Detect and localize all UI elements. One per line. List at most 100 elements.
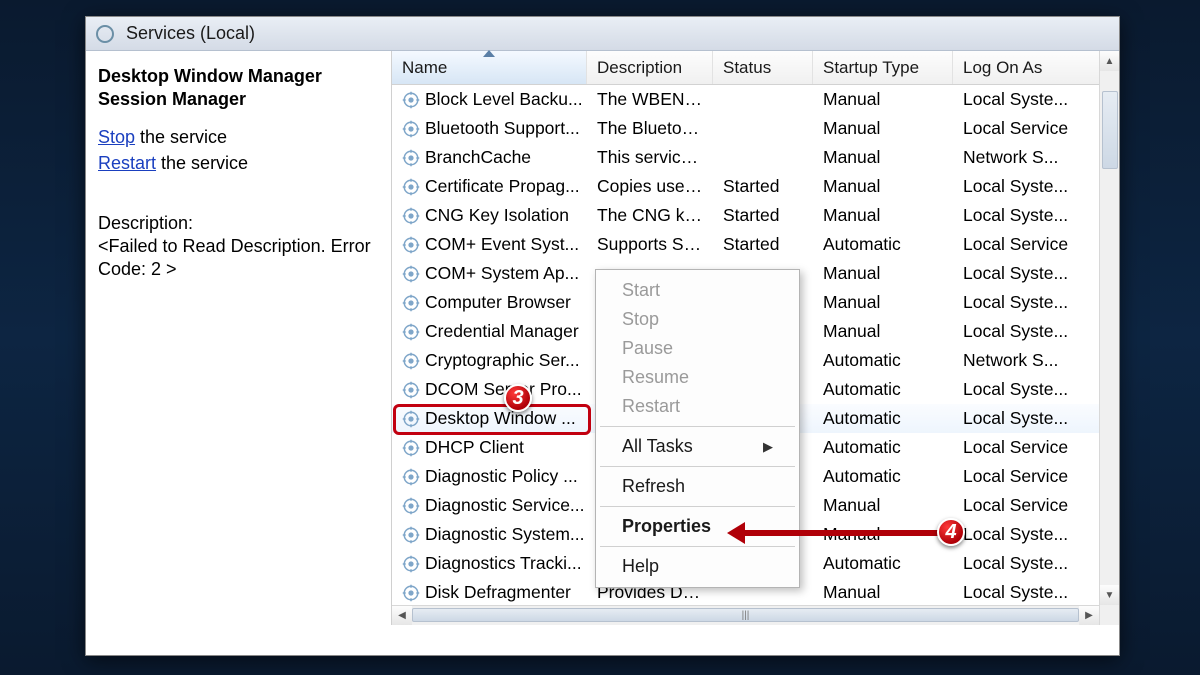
service-description: The CNG ke... [587,205,713,226]
column-description[interactable]: Description [587,51,713,84]
stop-link[interactable]: Stop [98,127,135,147]
menu-resume[interactable]: Resume [596,363,799,392]
column-logon[interactable]: Log On As [953,51,1119,84]
vscroll-thumb[interactable] [1102,91,1118,169]
service-row[interactable]: BranchCache This service ... ManualNetwork… [392,143,1099,172]
annotation-arrow-4 [743,530,939,536]
service-name: Cryptographic Ser... [425,350,580,371]
service-row[interactable]: Block Level Backu...The WBENG...ManualLo… [392,85,1099,114]
service-startup: Manual [813,321,953,342]
gear-icon [402,352,420,370]
service-logon: Network S... [953,147,1099,168]
service-row[interactable]: Certificate Propag...Copies user ...Star… [392,172,1099,201]
vertical-scrollbar[interactable]: ▲ ▼ [1099,51,1119,625]
service-row[interactable]: COM+ Event Syst...Supports Sy...StartedA… [392,230,1099,259]
service-name: DHCP Client [425,437,524,458]
service-logon: Local Syste... [953,176,1099,197]
gear-icon [402,149,420,167]
service-logon: Local Syste... [953,292,1099,313]
service-logon: Local Syste... [953,408,1099,429]
description-block: Description: <Failed to Read Description… [98,212,379,282]
gear-icon [402,584,420,602]
service-logon: Local Syste... [953,89,1099,110]
scroll-up-button[interactable]: ▲ [1100,51,1119,71]
service-row[interactable]: Bluetooth Support...The Bluetoo...Manual… [392,114,1099,143]
service-logon: Local Service [953,234,1099,255]
service-logon: Local Syste... [953,205,1099,226]
gear-icon [402,178,420,196]
annotation-badge-4: 4 [937,518,965,546]
service-startup: Automatic [813,553,953,574]
gear-icon [402,410,420,428]
description-text: <Failed to Read Description. Error Code:… [98,235,379,282]
restart-link[interactable]: Restart [98,153,156,173]
service-name: Credential Manager [425,321,579,342]
service-logon: Local Syste... [953,524,1099,545]
service-description: The Bluetoo... [587,118,713,139]
gear-icon [402,526,420,544]
service-row[interactable]: CNG Key IsolationThe CNG ke...StartedMan… [392,201,1099,230]
service-name: Desktop Window ... [425,408,576,429]
service-name: Diagnostic Service... [425,495,585,516]
service-logon: Local Service [953,466,1099,487]
service-description: This service ... [587,147,713,168]
service-startup: Automatic [813,408,953,429]
gear-icon [402,120,420,138]
menu-help[interactable]: Help [596,552,799,581]
menu-refresh[interactable]: Refresh [596,472,799,501]
service-startup: Manual [813,582,953,603]
service-startup: Manual [813,89,953,110]
window-title: Services (Local) [126,23,255,44]
service-status: Started [713,234,813,255]
menu-separator [600,466,795,467]
annotation-badge-3: 3 [504,384,532,412]
services-window: Services (Local) Desktop Window Manager … [85,16,1120,656]
scroll-right-button[interactable]: ▶ [1079,606,1099,625]
service-startup: Manual [813,147,953,168]
service-name: Disk Defragmenter [425,582,571,603]
scroll-down-button[interactable]: ▼ [1100,585,1119,605]
context-menu: Start Stop Pause Resume Restart All Task… [595,269,800,588]
column-status[interactable]: Status [713,51,813,84]
menu-separator [600,546,795,547]
service-name: COM+ Event Syst... [425,234,579,255]
service-startup: Automatic [813,466,953,487]
gear-icon [402,323,420,341]
menu-pause[interactable]: Pause [596,334,799,363]
service-startup: Automatic [813,437,953,458]
detail-pane: Desktop Window Manager Session Manager S… [86,51,391,625]
scroll-left-button[interactable]: ◀ [392,606,412,625]
service-startup: Manual [813,292,953,313]
service-name: BranchCache [425,147,531,168]
service-logon: Local Syste... [953,553,1099,574]
service-name: Diagnostics Tracki... [425,553,582,574]
hscroll-thumb[interactable]: ||| [412,608,1079,622]
gear-icon [402,381,420,399]
service-description: Supports Sy... [587,234,713,255]
submenu-arrow-icon: ▶ [763,439,773,455]
column-startup[interactable]: Startup Type [813,51,953,84]
service-startup: Manual [813,495,953,516]
selected-service-title: Desktop Window Manager Session Manager [98,65,379,112]
service-startup: Automatic [813,350,953,371]
gear-icon [402,236,420,254]
restart-service-line: Restart the service [98,152,379,175]
menu-separator [600,506,795,507]
menu-all-tasks[interactable]: All Tasks ▶ [596,432,799,461]
hscroll-track[interactable]: ||| [412,606,1079,625]
menu-restart[interactable]: Restart [596,392,799,421]
service-status: Started [713,176,813,197]
service-name: Diagnostic Policy ... [425,466,578,487]
horizontal-scrollbar[interactable]: ◀ ||| ▶ [392,605,1099,625]
menu-all-tasks-label: All Tasks [622,436,693,457]
menu-properties[interactable]: Properties [596,512,799,541]
service-logon: Local Service [953,118,1099,139]
gear-icon [402,91,420,109]
service-startup: Manual [813,205,953,226]
menu-start[interactable]: Start [596,276,799,305]
column-name[interactable]: Name [392,51,587,84]
menu-stop[interactable]: Stop [596,305,799,334]
service-startup: Manual [813,118,953,139]
service-logon: Local Syste... [953,379,1099,400]
menu-separator [600,426,795,427]
